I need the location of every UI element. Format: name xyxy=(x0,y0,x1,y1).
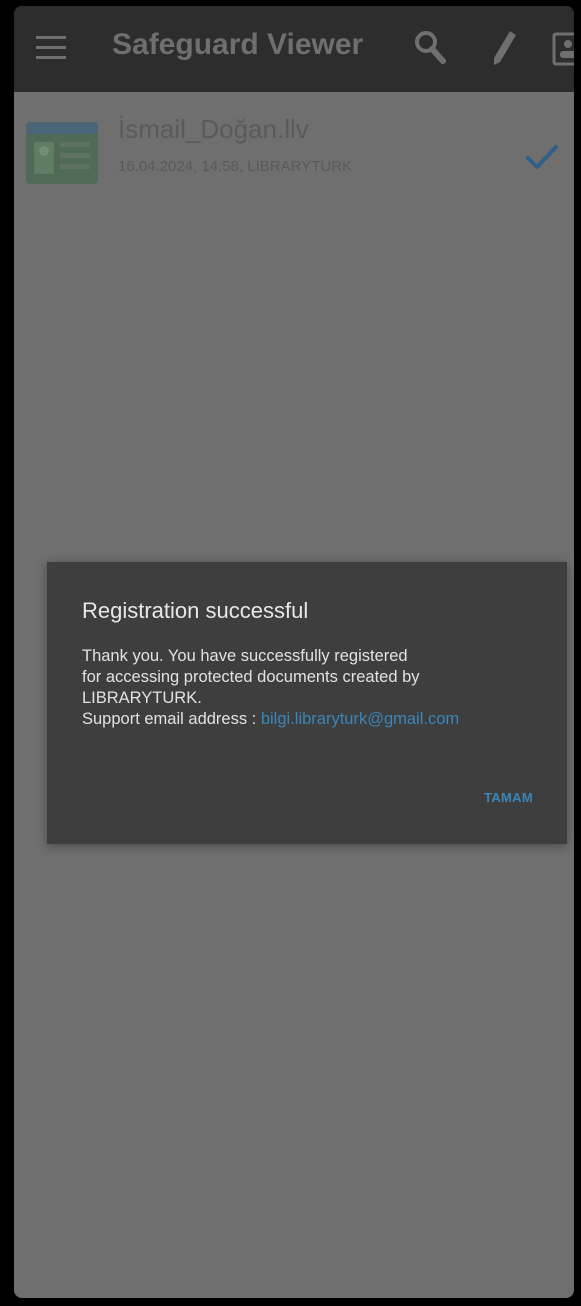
dialog-line-2: for accessing protected documents create… xyxy=(82,668,420,686)
edit-icon xyxy=(494,31,516,65)
support-line: Support email address : bilgi.librarytur… xyxy=(82,709,542,730)
support-email-link[interactable]: bilgi.libraryturk@gmail.com xyxy=(261,710,459,728)
dialog-line-1: Thank you. You have successfully registe… xyxy=(82,647,408,665)
app-bar: Safeguard Viewer xyxy=(14,6,574,92)
file-meta: 16.04.2024, 14:58, LIBRARYTURK xyxy=(118,158,353,175)
search-button[interactable] xyxy=(412,28,448,68)
file-list-item[interactable]: İsmail_Doğan.llv 16.04.2024, 14:58, LIBR… xyxy=(14,102,574,202)
edit-button[interactable] xyxy=(486,28,522,68)
dialog-message: Thank you. You have successfully registe… xyxy=(82,646,542,730)
app-title: Safeguard Viewer xyxy=(112,28,364,61)
menu-icon[interactable] xyxy=(36,36,66,60)
check-icon xyxy=(526,145,558,169)
app-screen: Safeguard Viewer İsmail_Doğan.llv 16.04.… xyxy=(14,6,574,1298)
search-icon xyxy=(415,31,446,64)
document-card-icon xyxy=(26,122,98,184)
registration-dialog: Registration successful Thank you. You h… xyxy=(47,562,567,844)
dialog-line-3: LIBRARYTURK. xyxy=(82,689,202,707)
ok-button[interactable]: TAMAM xyxy=(484,790,533,805)
support-email-label: Support email address : xyxy=(82,710,261,728)
account-icon xyxy=(552,32,574,66)
phone-frame: Safeguard Viewer İsmail_Doğan.llv 16.04.… xyxy=(0,0,581,1306)
account-button[interactable] xyxy=(550,28,574,68)
dialog-title: Registration successful xyxy=(82,598,309,623)
file-name: İsmail_Doğan.llv xyxy=(118,114,309,144)
